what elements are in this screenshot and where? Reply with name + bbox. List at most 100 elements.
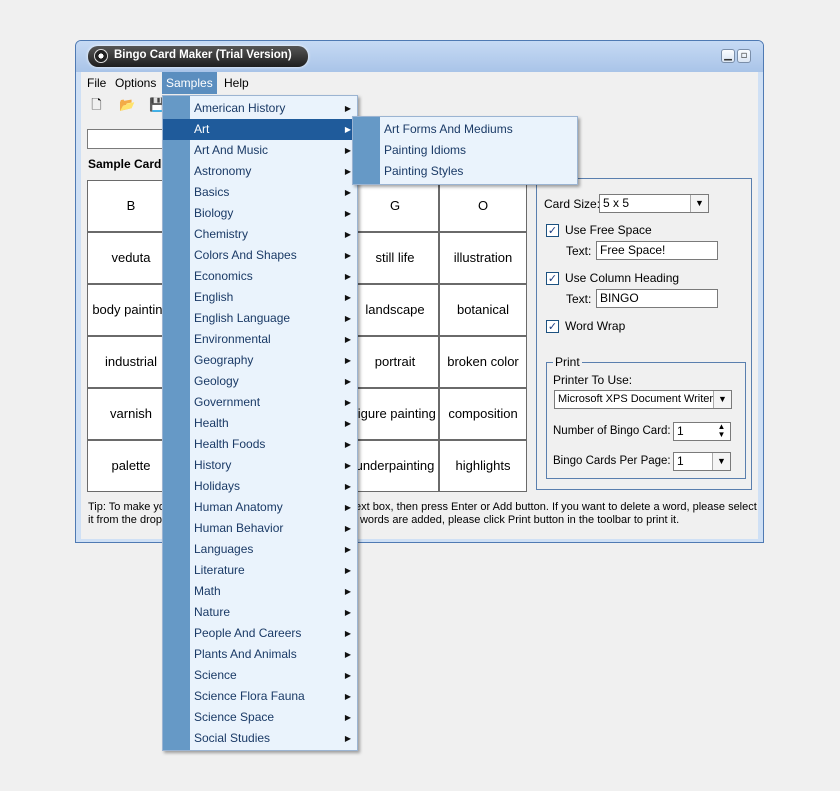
- grid-cell: composition: [439, 388, 527, 440]
- card-size-select[interactable]: 5 x 5 ▼: [599, 194, 709, 213]
- submenu-arrow-icon: ▶: [344, 524, 351, 533]
- samples-menu-item-label: Languages: [194, 542, 254, 556]
- submenu-arrow-icon: ▶: [344, 650, 351, 659]
- menu-file[interactable]: File: [83, 72, 110, 94]
- menu-samples[interactable]: Samples: [162, 72, 217, 94]
- samples-menu-item-environmental[interactable]: Environmental ▶: [163, 329, 357, 350]
- samples-menu-item-label: Science Space: [194, 710, 275, 724]
- samples-menu-item-art-and-music[interactable]: Art And Music ▶: [163, 140, 357, 161]
- samples-menu-item-languages[interactable]: Languages ▶: [163, 539, 357, 560]
- samples-menu-item-english-language[interactable]: English Language ▶: [163, 308, 357, 329]
- samples-menu-item-nature[interactable]: Nature ▶: [163, 602, 357, 623]
- printer-label: Printer To Use:: [553, 373, 633, 387]
- samples-menu-item-art[interactable]: Art ▶: [163, 119, 357, 140]
- close-icon: ▫: [740, 50, 748, 61]
- per-page-value: 1: [677, 454, 684, 468]
- samples-menu-item-biology[interactable]: Biology ▶: [163, 203, 357, 224]
- grid-cell: figure painting: [351, 388, 439, 440]
- submenu-item-painting-idioms[interactable]: Painting Idioms: [353, 140, 577, 161]
- title-bar[interactable]: Bingo Card Maker (Trial Version) ▁ ▫: [76, 41, 763, 72]
- samples-menu-item-government[interactable]: Government ▶: [163, 392, 357, 413]
- samples-menu-item-health-foods[interactable]: Health Foods ▶: [163, 434, 357, 455]
- samples-menu-item-human-anatomy[interactable]: Human Anatomy ▶: [163, 497, 357, 518]
- samples-menu-item-social-studies[interactable]: Social Studies ▶: [163, 728, 357, 749]
- word-wrap-checkbox[interactable]: ✓: [546, 320, 559, 333]
- menu-options[interactable]: Options: [111, 72, 160, 94]
- use-free-space-checkbox[interactable]: ✓: [546, 224, 559, 237]
- samples-menu-item-label: Geology: [194, 374, 239, 388]
- samples-menu-item-people-and-careers[interactable]: People And Careers ▶: [163, 623, 357, 644]
- samples-menu-item-literature[interactable]: Literature ▶: [163, 560, 357, 581]
- num-cards-label: Number of Bingo Card:: [553, 425, 671, 437]
- grid-cell: landscape: [351, 284, 439, 336]
- open-folder-icon[interactable]: 📂: [119, 98, 135, 113]
- submenu-arrow-icon: ▶: [344, 671, 351, 680]
- samples-menu-item-english[interactable]: English ▶: [163, 287, 357, 308]
- minimize-button[interactable]: ▁: [721, 49, 735, 63]
- submenu-arrow-icon: ▶: [344, 608, 351, 617]
- chevron-down-icon[interactable]: ▼: [690, 195, 708, 212]
- samples-menu-item-human-behavior[interactable]: Human Behavior ▶: [163, 518, 357, 539]
- samples-menu-item-economics[interactable]: Economics ▶: [163, 266, 357, 287]
- grid-cell: still life: [351, 232, 439, 284]
- printer-select[interactable]: Microsoft XPS Document Writer ▼: [554, 390, 732, 409]
- word-input[interactable]: [87, 129, 165, 149]
- samples-menu-item-science[interactable]: Science ▶: [163, 665, 357, 686]
- use-column-heading-checkbox[interactable]: ✓: [546, 272, 559, 285]
- samples-menu-item-science-space[interactable]: Science Space ▶: [163, 707, 357, 728]
- samples-menu-item-label: People And Careers: [194, 626, 302, 640]
- submenu-arrow-icon: ▶: [344, 356, 351, 365]
- column-heading-text-input[interactable]: BINGO: [596, 289, 718, 308]
- samples-menu-item-holidays[interactable]: Holidays ▶: [163, 476, 357, 497]
- chevron-down-icon[interactable]: ▼: [713, 391, 731, 408]
- samples-menu-item-american-history[interactable]: American History ▶: [163, 98, 357, 119]
- submenu-item-painting-styles[interactable]: Painting Styles: [353, 161, 577, 182]
- samples-menu-item-label: History: [194, 458, 232, 472]
- samples-menu-item-label: Biology: [194, 206, 234, 220]
- samples-menu-item-geology[interactable]: Geology ▶: [163, 371, 357, 392]
- submenu-arrow-icon: ▶: [344, 503, 351, 512]
- chevron-down-icon[interactable]: ▼: [712, 453, 730, 470]
- samples-menu-item-plants-and-animals[interactable]: Plants And Animals ▶: [163, 644, 357, 665]
- num-cards-value: 1: [677, 424, 684, 438]
- samples-menu-item-label: Plants And Animals: [194, 647, 297, 661]
- samples-menu-item-label: American History: [194, 101, 286, 115]
- print-group: Print Printer To Use: Microsoft XPS Docu…: [546, 355, 746, 479]
- samples-menu-item-geography[interactable]: Geography ▶: [163, 350, 357, 371]
- grid-cell: illustration: [439, 232, 527, 284]
- stepper-arrows-icon[interactable]: ▲ ▼: [713, 423, 730, 440]
- menu-bar: File Options Samples Help: [81, 72, 758, 94]
- art-submenu: Art Forms And Mediums Painting Idioms Pa…: [352, 116, 578, 185]
- menu-help[interactable]: Help: [220, 72, 253, 94]
- samples-menu-item-basics[interactable]: Basics ▶: [163, 182, 357, 203]
- submenu-arrow-icon: ▶: [344, 209, 351, 218]
- samples-menu-item-label: Basics: [194, 185, 230, 199]
- samples-menu-item-label: Nature: [194, 605, 231, 619]
- samples-menu-item-label: Chemistry: [194, 227, 249, 241]
- samples-menu-item-label: Astronomy: [194, 164, 252, 178]
- samples-menu-item-chemistry[interactable]: Chemistry ▶: [163, 224, 357, 245]
- samples-menu-item-astronomy[interactable]: Astronomy ▶: [163, 161, 357, 182]
- grid-cell: botanical: [439, 284, 527, 336]
- samples-menu-item-science-flora-fauna[interactable]: Science Flora Fauna ▶: [163, 686, 357, 707]
- submenu-arrow-icon: ▶: [344, 188, 351, 197]
- grid-cell: underpainting: [351, 440, 439, 492]
- samples-menu-item-label: Social Studies: [194, 731, 271, 745]
- samples-menu-item-health[interactable]: Health ▶: [163, 413, 357, 434]
- settings-panel: Card Size: 5 x 5 ▼ ✓ Use Free Space Text…: [536, 178, 752, 490]
- samples-menu-item-label: Math: [194, 584, 221, 598]
- num-cards-stepper[interactable]: 1 ▲ ▼: [673, 422, 731, 441]
- submenu-arrow-icon: ▶: [344, 377, 351, 386]
- free-space-text-input[interactable]: Free Space!: [596, 241, 718, 260]
- submenu-item-label: Painting Idioms: [384, 143, 467, 157]
- samples-menu-item-history[interactable]: History ▶: [163, 455, 357, 476]
- submenu-item-art-forms[interactable]: Art Forms And Mediums: [353, 119, 577, 140]
- window-title: Bingo Card Maker (Trial Version): [114, 49, 292, 61]
- close-button[interactable]: ▫: [737, 49, 751, 63]
- samples-menu-item-math[interactable]: Math ▶: [163, 581, 357, 602]
- submenu-arrow-icon: ▶: [344, 314, 351, 323]
- per-page-select[interactable]: 1 ▼: [673, 452, 731, 471]
- samples-menu-item-label: Science Flora Fauna: [194, 689, 305, 703]
- samples-menu-item-colors-and-shapes[interactable]: Colors And Shapes ▶: [163, 245, 357, 266]
- new-file-icon[interactable]: 🗋: [89, 98, 104, 113]
